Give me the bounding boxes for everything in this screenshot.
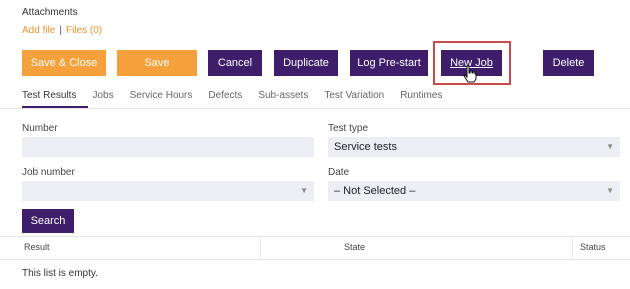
tab-bar: Test Results Jobs Service Hours Defects … (22, 90, 458, 101)
log-prestart-button[interactable]: Log Pre-start (350, 50, 428, 76)
tab-sub-assets[interactable]: Sub-assets (258, 90, 308, 101)
tab-test-variation[interactable]: Test Variation (324, 90, 384, 101)
column-result[interactable]: Result (24, 242, 50, 252)
tab-runtimes[interactable]: Runtimes (400, 90, 442, 101)
chevron-down-icon: ▼ (606, 142, 614, 151)
results-header: Result State Status (0, 236, 630, 260)
save-close-button[interactable]: Save & Close (22, 50, 106, 76)
duplicate-button[interactable]: Duplicate (274, 50, 338, 76)
number-field[interactable] (22, 137, 314, 157)
chevron-down-icon: ▼ (300, 186, 308, 195)
test-type-select[interactable]: Service tests ▼ (328, 137, 620, 157)
date-select[interactable]: – Not Selected – ▼ (328, 181, 620, 201)
link-separator: | (59, 25, 62, 36)
tab-service-hours[interactable]: Service Hours (130, 90, 193, 101)
column-divider (260, 237, 261, 259)
job-number-select[interactable]: ▼ (22, 181, 314, 201)
date-label: Date (328, 167, 350, 178)
add-file-link[interactable]: Add file (22, 25, 55, 36)
tabs-divider (0, 108, 630, 109)
date-value: – Not Selected – (334, 185, 416, 197)
column-divider (572, 237, 573, 259)
tab-test-results[interactable]: Test Results (22, 90, 76, 101)
number-label: Number (22, 123, 58, 134)
save-button[interactable]: Save (117, 50, 197, 76)
cancel-button[interactable]: Cancel (208, 50, 262, 76)
tab-defects[interactable]: Defects (208, 90, 242, 101)
chevron-down-icon: ▼ (606, 186, 614, 195)
test-type-value: Service tests (334, 141, 397, 153)
delete-button[interactable]: Delete (543, 50, 594, 76)
column-status[interactable]: Status (580, 242, 606, 252)
attachments-links: Add file | Files (0) (22, 25, 102, 36)
job-number-label: Job number (22, 167, 75, 178)
attachments-title: Attachments (22, 7, 78, 18)
column-state[interactable]: State (344, 242, 365, 252)
files-link[interactable]: Files (0) (66, 25, 102, 36)
tab-jobs[interactable]: Jobs (92, 90, 113, 101)
test-type-label: Test type (328, 123, 369, 134)
search-button[interactable]: Search (22, 209, 74, 233)
hand-cursor-icon (463, 65, 477, 83)
empty-list-message: This list is empty. (22, 268, 98, 279)
